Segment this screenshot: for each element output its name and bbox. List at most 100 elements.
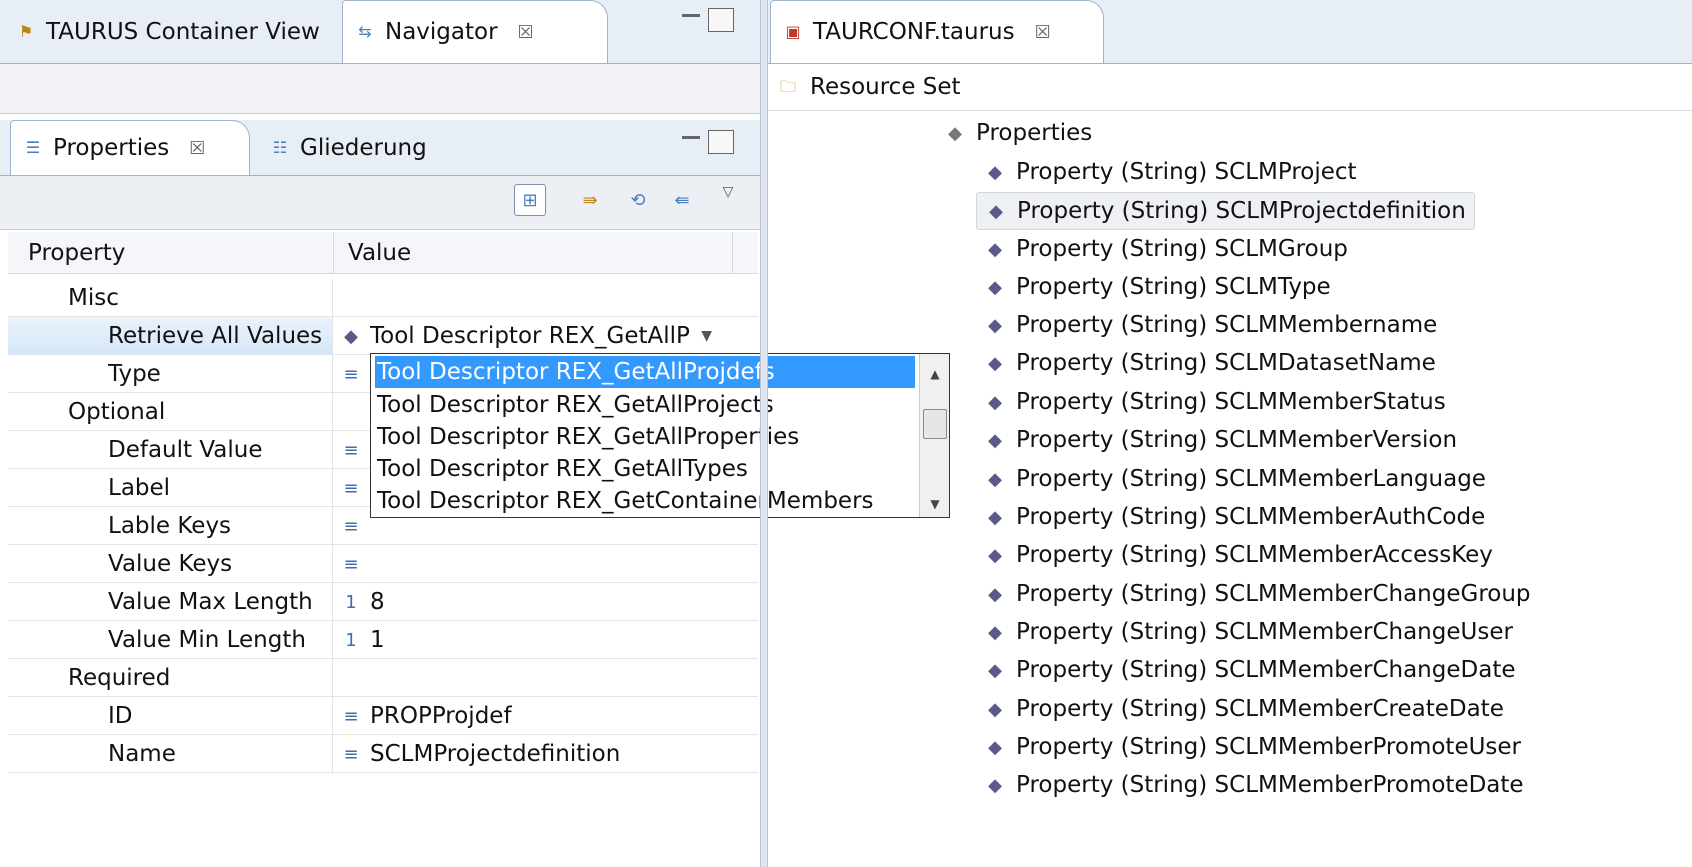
tab-gliederung[interactable]: ☷ Gliederung: [258, 120, 438, 175]
tree-label: Property (String) SCLMMemberAuthCode: [1016, 504, 1486, 530]
pane-divider[interactable]: [760, 0, 768, 867]
resource-set-icon: 🗀: [779, 77, 796, 96]
property-tree-item[interactable]: ◆ Property (String) SCLMMemberAccessKey: [984, 536, 1493, 574]
column-header-property[interactable]: Property: [28, 240, 125, 266]
maximize-button[interactable]: [708, 8, 734, 32]
property-tree-item[interactable]: ◆ Property (String) SCLMProject: [984, 153, 1357, 191]
property-row[interactable]: Value Keys ≡: [8, 545, 758, 583]
dropdown-scrollbar[interactable]: ▲ ▼: [919, 354, 949, 517]
property-row[interactable]: Name ≡ SCLMProjectdefinition: [8, 735, 758, 773]
view-menu-chevron-down-icon[interactable]: ▽: [716, 180, 740, 204]
property-tree-item[interactable]: ◆ Property (String) SCLMMemberChangeGroup: [984, 575, 1530, 613]
property-label: Required: [68, 665, 171, 691]
filter-icon[interactable]: ⇚: [666, 184, 698, 216]
property-tree-item[interactable]: ◆ Property (String) SCLMMemberPromoteUser: [984, 728, 1521, 766]
properties-icon: ☰: [25, 138, 41, 157]
scrollbar-thumb[interactable]: [923, 409, 947, 439]
tree-label: Properties: [976, 120, 1093, 146]
dropdown-option[interactable]: Tool Descriptor REX_GetAllTypes: [375, 453, 915, 485]
advanced-icon[interactable]: ⇛: [574, 184, 606, 216]
scroll-down-icon[interactable]: ▼: [920, 492, 949, 516]
properties-tabbar: ☰ Properties ☒ ☷ Gliederung: [0, 120, 760, 176]
text-value-icon: ≡: [343, 743, 359, 765]
value-text: Tool Descriptor REX_GetAllP: [370, 323, 690, 349]
dropdown-option[interactable]: Tool Descriptor REX_GetAllProjects: [375, 389, 915, 421]
property-row[interactable]: Retrieve All Values ◆ Tool Descriptor RE…: [8, 317, 758, 355]
property-tree-item[interactable]: ◆ Property (String) SCLMMemberChangeDate: [984, 651, 1516, 689]
property-row[interactable]: Value Min Length 11: [8, 621, 758, 659]
minimize-button[interactable]: [682, 136, 700, 142]
maximize-button[interactable]: [708, 130, 734, 154]
properties-node[interactable]: ◆ Properties: [944, 114, 1092, 152]
minimize-button[interactable]: [682, 14, 700, 20]
tab-taurconf-taurus[interactable]: ▣ TAURCONF.taurus ☒: [770, 0, 1104, 63]
close-icon[interactable]: ☒: [189, 138, 205, 159]
property-icon: ◆: [988, 238, 1002, 260]
resource-set-node[interactable]: 🗀 Resource Set: [776, 66, 961, 108]
restore-default-icon[interactable]: ⟲: [622, 184, 654, 216]
property-tree-item[interactable]: ◆ Property (String) SCLMType: [984, 268, 1331, 306]
tree-label: Property (String) SCLMMemberCreateDate: [1016, 696, 1504, 722]
properties-column-header: Property Value: [8, 232, 758, 274]
property-tree-item[interactable]: ◆ Property (String) SCLMMemberVersion: [984, 421, 1457, 459]
property-tree-item[interactable]: ◆ Property (String) SCLMMembername: [984, 306, 1437, 344]
property-icon: ◆: [988, 736, 1002, 758]
scroll-up-icon[interactable]: ▲: [920, 362, 949, 386]
dropdown-option[interactable]: Tool Descriptor REX_GetAllProjdefs: [375, 356, 915, 388]
taurus-file-icon: ▣: [785, 22, 801, 41]
property-tree-item[interactable]: ◆ Property (String) SCLMMemberCreateDate: [984, 690, 1504, 728]
property-icon: ◆: [988, 698, 1002, 720]
property-icon: ◆: [989, 200, 1003, 222]
property-icon: ◆: [988, 506, 1002, 528]
tab-label: TAURUS Container View: [46, 18, 320, 45]
tree-label: Property (String) SCLMMemberStatus: [1016, 389, 1446, 415]
dropdown-option[interactable]: Tool Descriptor REX_GetContainerMembers: [375, 485, 915, 517]
tab-properties[interactable]: ☰ Properties ☒: [10, 120, 250, 175]
resource-set-label: Resource Set: [810, 74, 961, 100]
editor-toolbar-divider: [768, 110, 1692, 111]
column-header-value[interactable]: Value: [348, 240, 411, 266]
tree-label: Property (String) SCLMMemberPromoteUser: [1016, 734, 1522, 760]
property-row[interactable]: ID ≡ PROPProjdef: [8, 697, 758, 735]
property-tree-item[interactable]: ◆ Property (String) SCLMProjectdefinition: [976, 192, 1475, 230]
value-combo[interactable]: ◆ Tool Descriptor REX_GetAllP ▼: [334, 317, 724, 355]
tree-label: Property (String) SCLMGroup: [1016, 236, 1348, 262]
property-tree-item[interactable]: ◆ Property (String) SCLMMemberStatus: [984, 383, 1446, 421]
property-label: Lable Keys: [108, 513, 232, 539]
property-tree-item[interactable]: ◆ Property (String) SCLMMemberAuthCode: [984, 498, 1485, 536]
categories-icon[interactable]: ⊞: [514, 184, 546, 216]
property-icon: ◆: [988, 774, 1002, 796]
property-icon: ◆: [988, 161, 1002, 183]
property-row[interactable]: Required: [8, 659, 758, 697]
property-label: Value Keys: [108, 551, 233, 577]
property-tree-item[interactable]: ◆ Property (String) SCLMDatasetName: [984, 344, 1436, 382]
property-row[interactable]: Value Max Length 18: [8, 583, 758, 621]
property-tree-item[interactable]: ◆ Property (String) SCLMMemberLanguage: [984, 460, 1486, 498]
left-top-tabbar: ⚑ TAURUS Container View ⇆ Navigator ☒: [0, 0, 760, 64]
property-label: Value Max Length: [108, 589, 313, 615]
tree-label: Property (String) SCLMMemberAccessKey: [1016, 542, 1493, 568]
property-tree-item[interactable]: ◆ Property (String) SCLMMemberPromoteDate: [984, 766, 1523, 804]
tab-navigator[interactable]: ⇆ Navigator ☒: [342, 0, 608, 63]
dropdown-option[interactable]: Tool Descriptor REX_GetAllProperties: [375, 421, 915, 453]
property-icon: ◆: [988, 621, 1002, 643]
outline-icon: ☷: [272, 137, 288, 157]
property-label: Misc: [68, 285, 119, 311]
tree-label: Property (String) SCLMMemberChangeDate: [1016, 657, 1516, 683]
property-row[interactable]: Misc: [8, 279, 758, 317]
integer-value-icon: 1: [345, 629, 357, 651]
property-tree-item[interactable]: ◆ Property (String) SCLMGroup: [984, 230, 1348, 268]
close-icon[interactable]: ☒: [1035, 22, 1051, 43]
tab-label: Properties: [53, 135, 170, 161]
tree-label: Property (String) SCLMProject: [1016, 159, 1357, 185]
column-divider: [333, 232, 334, 274]
tab-label: TAURCONF.taurus: [813, 19, 1015, 45]
chevron-down-icon[interactable]: ▼: [701, 328, 712, 344]
property-tree-item[interactable]: ◆ Property (String) SCLMMemberChangeUser: [984, 613, 1513, 651]
close-icon[interactable]: ☒: [518, 22, 534, 43]
navigator-content: [0, 64, 760, 114]
tab-taurus-container-view[interactable]: ⚑ TAURUS Container View: [4, 0, 342, 63]
property-label: Default Value: [108, 437, 263, 463]
tool-descriptor-dropdown-list[interactable]: Tool Descriptor REX_GetAllProjdefs Tool …: [370, 353, 950, 518]
property-icon: ◆: [988, 429, 1002, 451]
